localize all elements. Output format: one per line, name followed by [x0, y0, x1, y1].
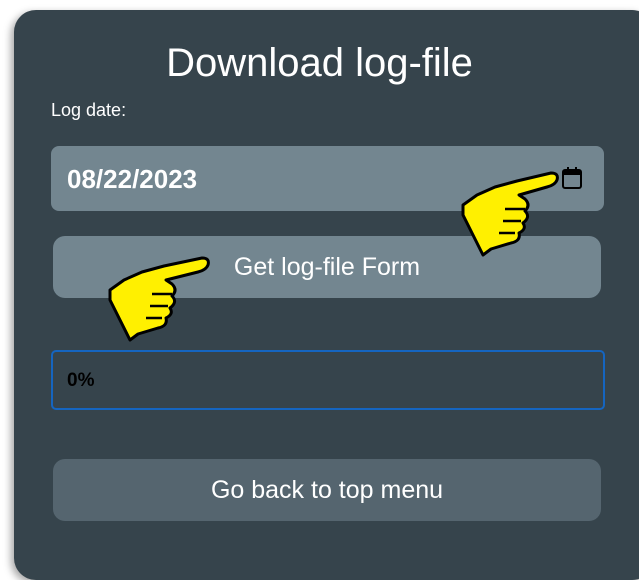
- progress-text: 0%: [67, 370, 95, 391]
- log-date-value: 08/22/2023: [67, 164, 198, 194]
- log-date-label: Log date:: [51, 100, 127, 120]
- download-progress-bar: 0%: [51, 350, 605, 410]
- pointing-hand-icon: [461, 171, 559, 257]
- pointing-hand-icon: [108, 256, 210, 342]
- back-to-top-menu-button[interactable]: Go back to top menu: [53, 459, 601, 521]
- page-title: Download log-file: [166, 41, 473, 85]
